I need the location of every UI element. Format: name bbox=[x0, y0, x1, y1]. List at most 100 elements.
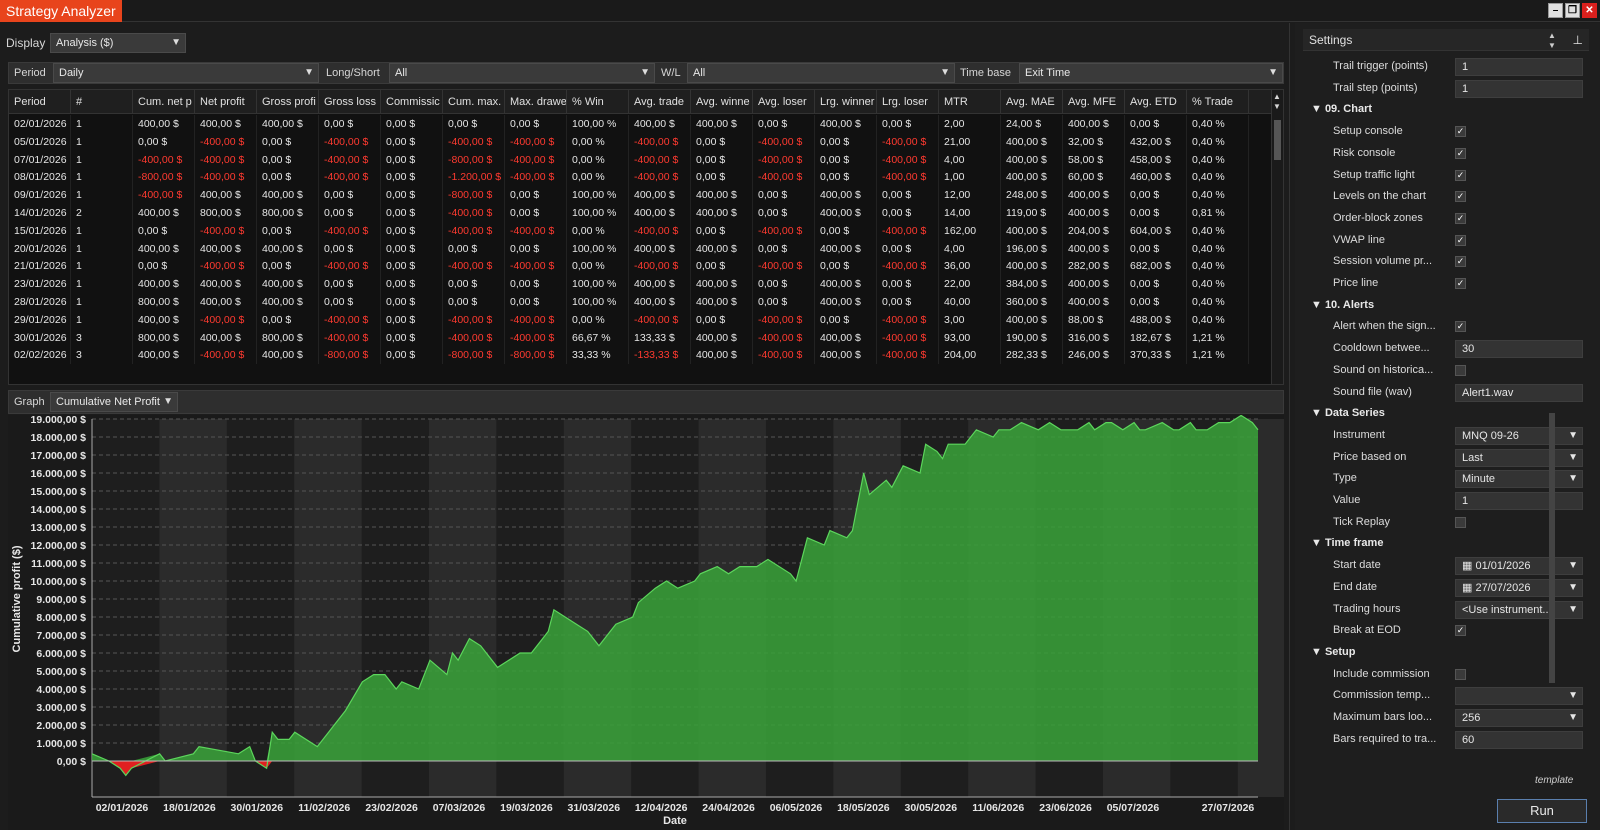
settings-row[interactable]: Value 1 bbox=[1303, 490, 1585, 511]
settings-row[interactable]: Levels on the chart ✓ bbox=[1303, 186, 1585, 207]
setting-checkbox[interactable]: ✓ bbox=[1455, 256, 1466, 268]
settings-row[interactable]: Bars required to tra... 60 bbox=[1303, 729, 1585, 750]
settings-row[interactable]: Sound file (wav) Alert1.wav bbox=[1303, 382, 1585, 403]
scroll-thumb[interactable] bbox=[1549, 413, 1555, 683]
column-header[interactable]: MTR bbox=[939, 90, 1001, 114]
table-row[interactable]: 15/01/2026 1 0,00 $ -400,00 $0,00 $ -400,00 … bbox=[9, 221, 1271, 240]
settings-row[interactable]: Setup traffic light ✓ bbox=[1303, 165, 1585, 186]
setting-checkbox[interactable]: ✓ bbox=[1455, 278, 1466, 289]
setting-checkbox[interactable] bbox=[1455, 668, 1466, 680]
table-row[interactable]: 08/01/2026 1 -800,00 $ -400,00 $0,00 $ -400,… bbox=[9, 168, 1271, 187]
column-header[interactable]: Avg. MAE bbox=[1001, 90, 1063, 114]
settings-section[interactable]: ▼ 10. Alerts bbox=[1303, 295, 1585, 316]
pin-icon[interactable]: ⊥ bbox=[1573, 29, 1583, 51]
table-row[interactable]: 05/01/2026 1 0,00 $ -400,00 $0,00 $ -400,00 … bbox=[9, 132, 1271, 151]
display-dropdown[interactable]: Analysis ($) ▼ bbox=[50, 33, 186, 53]
setting-select[interactable]: Minute ▼ bbox=[1455, 470, 1583, 489]
setting-checkbox[interactable]: ✓ bbox=[1455, 321, 1466, 333]
setting-input[interactable]: 1 bbox=[1455, 79, 1583, 98]
table-row[interactable]: 07/01/2026 1 -400,00 $ -400,00 $0,00 $ -400,… bbox=[9, 150, 1271, 169]
setting-checkbox[interactable]: ✓ bbox=[1455, 234, 1466, 246]
settings-row[interactable]: Price line ✓ bbox=[1303, 273, 1585, 294]
column-header[interactable]: Avg. winne bbox=[691, 90, 753, 114]
setting-select[interactable]: <Use instrument... ▼ bbox=[1455, 600, 1583, 619]
table-row[interactable]: 21/01/2026 1 0,00 $ -400,00 $0,00 $ -400,00 … bbox=[9, 257, 1271, 276]
wl-dropdown[interactable]: All ▼ bbox=[687, 63, 955, 83]
section-label[interactable]: ▼ 09. Chart bbox=[1311, 99, 1372, 120]
settings-row[interactable]: Alert when the sign... ✓ bbox=[1303, 316, 1585, 337]
setting-select[interactable]: ▦ 27/07/2026 ▼ bbox=[1455, 578, 1583, 597]
setting-input[interactable]: 60 bbox=[1455, 730, 1583, 749]
section-label[interactable]: ▼ Data Series bbox=[1311, 403, 1385, 424]
close-icon[interactable]: ✕ bbox=[1582, 3, 1597, 18]
column-header[interactable]: Avg. ETD bbox=[1125, 90, 1187, 114]
settings-section[interactable]: ▼ 09. Chart bbox=[1303, 99, 1585, 120]
section-label[interactable]: ▼ Setup bbox=[1311, 642, 1356, 663]
settings-row[interactable]: Commission temp... ▼ bbox=[1303, 685, 1585, 706]
column-header[interactable]: Avg. loser bbox=[753, 90, 815, 114]
settings-scrollbar[interactable]: ▲ ▼ bbox=[1547, 23, 1557, 783]
settings-section[interactable]: ▼ Data Series bbox=[1303, 403, 1585, 424]
settings-row[interactable]: Risk console ✓ bbox=[1303, 143, 1585, 164]
table-row[interactable]: 20/01/2026 1 400,00 $400,00 $400,00 $0,00 … bbox=[9, 239, 1271, 258]
setting-checkbox[interactable]: ✓ bbox=[1455, 169, 1466, 181]
table-row[interactable]: 29/01/2026 1 400,00 $ -400,00 $0,00 $ -400,0… bbox=[9, 310, 1271, 329]
column-header[interactable]: % Trade bbox=[1187, 90, 1249, 114]
scroll-up-icon[interactable]: ▲ bbox=[1548, 31, 1556, 40]
settings-row[interactable]: Type Minute ▼ bbox=[1303, 468, 1585, 489]
setting-checkbox[interactable]: ✓ bbox=[1455, 147, 1466, 159]
settings-row[interactable]: Session volume pr... ✓ bbox=[1303, 251, 1585, 272]
table-row[interactable]: 02/01/2026 1 400,00 $400,00 $400,00 $0,00 … bbox=[9, 115, 1271, 133]
setting-checkbox[interactable]: ✓ bbox=[1455, 191, 1466, 203]
graph-dropdown[interactable]: Cumulative Net Profit ▼ bbox=[50, 392, 178, 412]
timebase-dropdown[interactable]: Exit Time ▼ bbox=[1019, 63, 1283, 83]
column-header[interactable]: % Win bbox=[567, 90, 629, 114]
minimize-icon[interactable]: – bbox=[1548, 3, 1563, 18]
scroll-down-icon[interactable]: ▼ bbox=[1273, 102, 1281, 111]
settings-row[interactable]: Include commission bbox=[1303, 664, 1585, 685]
settings-row[interactable]: Instrument MNQ 09-26 ▼ bbox=[1303, 425, 1585, 446]
scroll-up-icon[interactable]: ▲ bbox=[1273, 92, 1281, 101]
column-header[interactable]: Period bbox=[9, 90, 71, 114]
template-link[interactable]: template bbox=[1535, 775, 1573, 786]
setting-input[interactable]: 30 bbox=[1455, 340, 1583, 359]
settings-row[interactable]: Order-block zones ✓ bbox=[1303, 208, 1585, 229]
settings-row[interactable]: Setup console ✓ bbox=[1303, 121, 1585, 142]
setting-checkbox[interactable]: ✓ bbox=[1455, 126, 1466, 138]
column-header[interactable]: Gross loss bbox=[319, 90, 381, 114]
settings-row[interactable]: Trail step (points) 1 bbox=[1303, 78, 1585, 99]
setting-select[interactable]: ▦ 01/01/2026 ▼ bbox=[1455, 557, 1583, 576]
column-header[interactable]: Cum. net p bbox=[133, 90, 195, 114]
settings-row[interactable]: Start date ▦ 01/01/2026 ▼ bbox=[1303, 555, 1585, 576]
setting-input[interactable]: Alert1.wav bbox=[1455, 383, 1583, 402]
table-row[interactable]: 09/01/2026 1 -400,00 $400,00 $400,00 $0,00… bbox=[9, 186, 1271, 205]
table-row[interactable]: 28/01/2026 1 800,00 $400,00 $400,00 $0,00 … bbox=[9, 293, 1271, 311]
period-dropdown[interactable]: Daily ▼ bbox=[53, 63, 319, 83]
setting-select[interactable]: ▼ bbox=[1455, 687, 1583, 706]
section-label[interactable]: ▼ Time frame bbox=[1311, 533, 1383, 554]
table-row[interactable]: 30/01/2026 3 800,00 $400,00 $800,00 $ -400,… bbox=[9, 328, 1271, 347]
settings-row[interactable]: Price based on Last ▼ bbox=[1303, 447, 1585, 468]
column-header[interactable]: Commissic bbox=[381, 90, 443, 114]
table-row[interactable]: 14/01/2026 2 400,00 $800,00 $800,00 $0,00 … bbox=[9, 204, 1271, 222]
column-header[interactable]: Gross profi bbox=[257, 90, 319, 114]
setting-checkbox[interactable] bbox=[1455, 364, 1466, 376]
run-button[interactable]: Run bbox=[1497, 799, 1587, 823]
settings-row[interactable]: End date ▦ 27/07/2026 ▼ bbox=[1303, 577, 1585, 598]
setting-input[interactable]: 1 bbox=[1455, 58, 1583, 76]
table-scrollbar[interactable]: ▲ ▼ bbox=[1271, 90, 1283, 384]
section-label[interactable]: ▼ 10. Alerts bbox=[1311, 295, 1374, 316]
scroll-down-icon[interactable]: ▼ bbox=[1548, 41, 1556, 50]
settings-row[interactable]: Trading hours <Use instrument... ▼ bbox=[1303, 599, 1585, 620]
restore-icon[interactable]: ❐ bbox=[1565, 3, 1580, 18]
column-header[interactable]: # bbox=[71, 90, 133, 114]
setting-checkbox[interactable]: ✓ bbox=[1455, 625, 1466, 637]
table-row[interactable]: 23/01/2026 1 400,00 $400,00 $400,00 $0,00 … bbox=[9, 275, 1271, 294]
table-row[interactable]: 02/02/2026 3 400,00 $ -400,00 $400,00 $ -800… bbox=[9, 346, 1271, 365]
settings-row[interactable]: Sound on historica... bbox=[1303, 360, 1585, 381]
settings-row[interactable]: Tick Replay bbox=[1303, 512, 1585, 533]
setting-checkbox[interactable] bbox=[1455, 516, 1466, 528]
settings-row[interactable]: Break at EOD ✓ bbox=[1303, 620, 1585, 641]
settings-row[interactable]: Maximum bars loo... 256 ▼ bbox=[1303, 707, 1585, 728]
column-header[interactable]: Lrg. loser bbox=[877, 90, 939, 114]
